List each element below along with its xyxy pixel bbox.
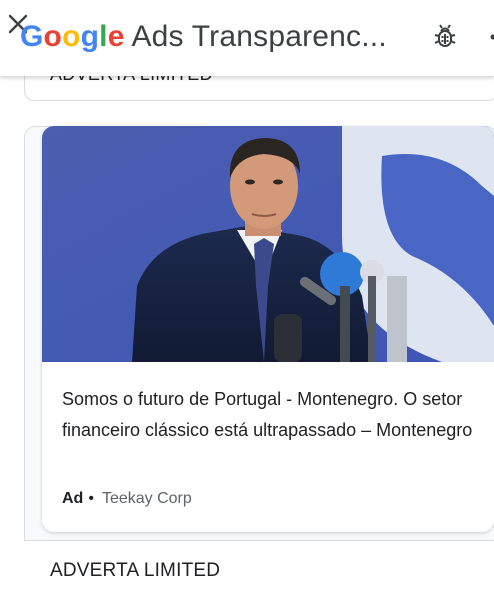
page-title-text: Ads Transparenc... (125, 20, 387, 53)
logo-letter: o (44, 20, 63, 53)
logo-letter: g (81, 20, 100, 53)
logo-letter: o (62, 20, 81, 53)
ad-badge: Ad (62, 490, 83, 508)
logo-letter: e (108, 20, 125, 53)
ad-image (42, 126, 494, 362)
next-advertiser-name: ADVERTA LIMITED (50, 560, 220, 582)
logo-letter: l (99, 20, 108, 53)
more-icon[interactable] (486, 25, 494, 49)
app-bar: Google Ads Transparenc... (0, 0, 494, 76)
advertiser-name[interactable]: Teekay Corp (102, 490, 192, 508)
google-logo: Google (20, 20, 125, 53)
ad-creative-card[interactable]: Somos o futuro de Portugal - Montenegro.… (42, 126, 494, 532)
separator-dot: • (88, 490, 94, 508)
page-title: Google Ads Transparenc... (20, 17, 387, 57)
bug-report-icon[interactable] (430, 22, 460, 52)
ad-attribution: Ad • Teekay Corp (62, 490, 192, 508)
logo-letter: G (20, 20, 44, 53)
ad-headline: Somos o futuro de Portugal - Montenegro.… (62, 384, 482, 446)
